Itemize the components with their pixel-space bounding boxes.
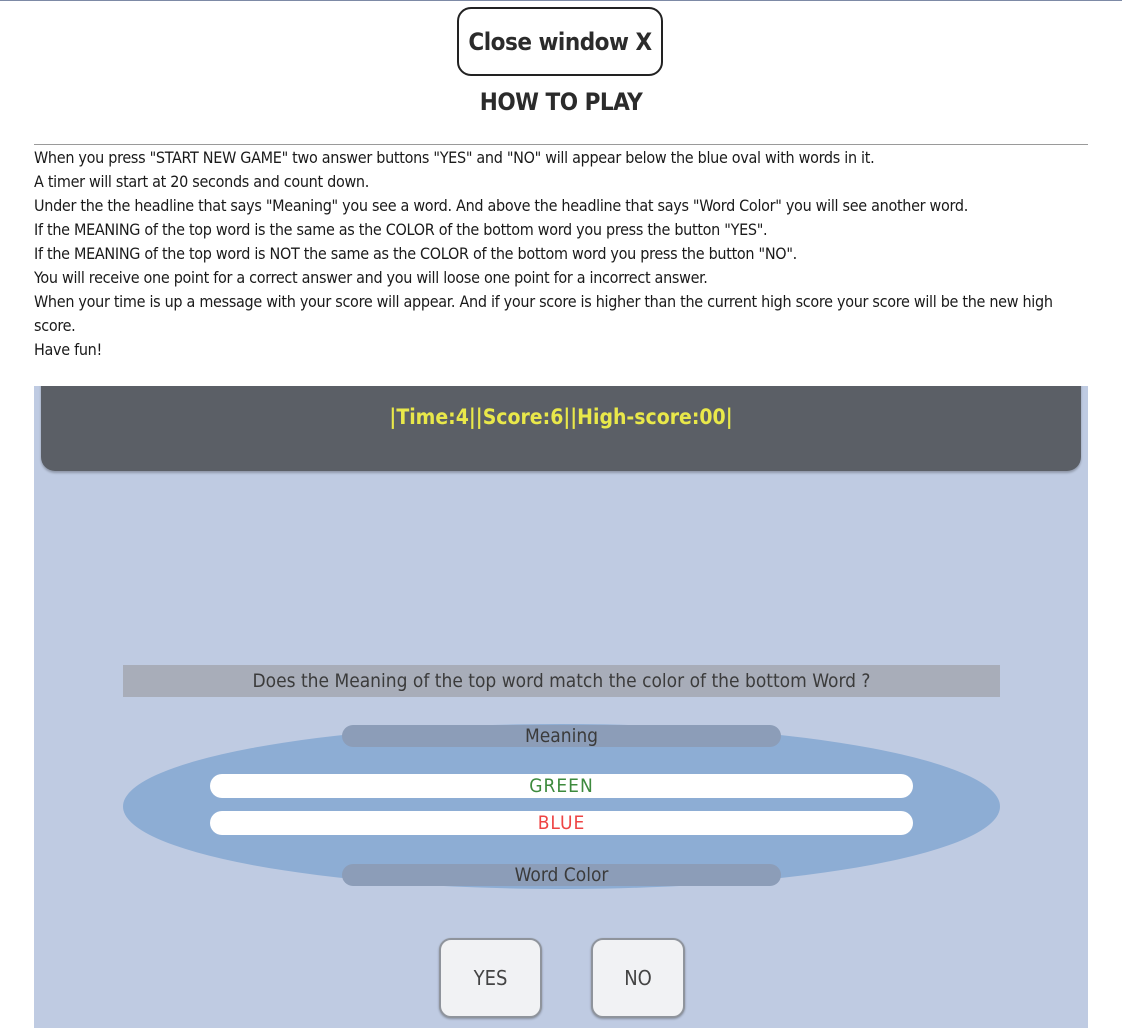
- separator: |: [725, 405, 733, 429]
- instruction-line: A timer will start at 20 seconds and cou…: [34, 172, 370, 191]
- word-color-label: Word Color: [342, 864, 781, 886]
- instruction-line: If the MEANING of the top word is NOT th…: [34, 244, 797, 263]
- bottom-word: BLUE: [210, 811, 913, 835]
- how-to-play-heading: HOW TO PLAY: [479, 88, 643, 116]
- no-button[interactable]: NO: [591, 938, 685, 1018]
- close-window-button[interactable]: Close window X: [457, 7, 663, 76]
- separator: |: [570, 405, 578, 429]
- top-border: [0, 0, 1122, 1]
- question-banner: Does the Meaning of the top word match t…: [123, 665, 1000, 697]
- yes-button[interactable]: YES: [439, 938, 542, 1018]
- instruction-line: Under the the headline that says "Meanin…: [34, 196, 968, 215]
- time-value: 4: [455, 405, 469, 429]
- instruction-line: When you press "START NEW GAME" two answ…: [34, 148, 875, 167]
- instruction-line: You will receive one point for a correct…: [34, 268, 708, 287]
- divider: [34, 144, 1088, 145]
- instructions-text: When you press "START NEW GAME" two answ…: [34, 146, 1088, 362]
- separator: |: [563, 405, 571, 429]
- game-screenshot: | Time: 4 | | Score: 6 | | High-score: 0…: [34, 386, 1088, 1028]
- instruction-line: When your time is up a message with your…: [34, 292, 1053, 335]
- separator: |: [475, 405, 483, 429]
- highscore-value: 00: [699, 405, 726, 429]
- score-bar: | Time: 4 | | Score: 6 | | High-score: 0…: [41, 386, 1081, 471]
- instruction-line: If the MEANING of the top word is the sa…: [34, 220, 768, 239]
- score-value: 6: [550, 405, 564, 429]
- separator: |: [468, 405, 476, 429]
- separator: |: [389, 405, 397, 429]
- top-word-text: GREEN: [529, 775, 594, 797]
- bottom-word-text: BLUE: [537, 812, 586, 834]
- instruction-line: Have fun!: [34, 340, 102, 359]
- top-word: GREEN: [210, 774, 913, 798]
- time-label: Time:: [396, 405, 456, 429]
- score-label: Score:: [482, 405, 551, 429]
- highscore-label: High-score:: [577, 405, 700, 429]
- meaning-label: Meaning: [342, 725, 781, 747]
